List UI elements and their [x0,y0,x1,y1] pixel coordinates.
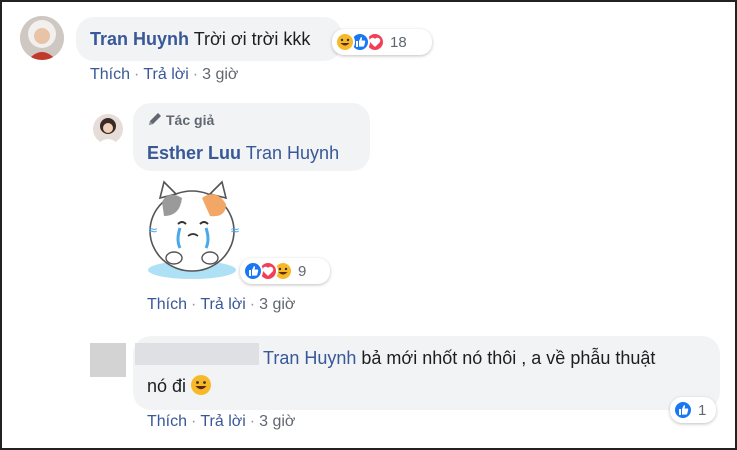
like-reaction-icon [673,400,693,420]
like-link[interactable]: Thích [147,413,187,431]
pencil-icon [147,111,163,131]
reply-text-line2: nó đi [147,376,187,396]
reply-bubble: Tác giả Esther Luu Tran Huynh [133,103,370,171]
reply-link[interactable]: Trả lời [200,413,245,431]
timestamp[interactable]: 3 giờ [202,66,238,84]
blurred-author-name [135,343,259,365]
comment-author[interactable]: Tran Huynh [90,29,189,49]
reaction-summary[interactable]: 18 [332,29,432,55]
like-link[interactable]: Thích [90,66,130,84]
mention-link[interactable]: Tran Huynh [246,143,339,163]
reply-link[interactable]: Trả lời [200,296,245,314]
reaction-count: 9 [298,262,307,280]
haha-emoji-icon [191,375,212,395]
reply-bubble: Tran Huynh bả mới nhốt nó thôi , a về ph… [133,336,720,410]
reply-text-line1: bả mới nhốt nó thôi , a về phẫu thuật [361,348,656,368]
comment-actions: Thích · Trả lời · 3 giờ [147,296,295,314]
comment-bubble: Tran Huynh Trời ơi trời kkk [76,17,342,61]
reaction-summary[interactable]: 9 [240,258,330,284]
reply-author[interactable]: Esther Luu [147,143,241,163]
separator-dot: · [191,413,197,430]
separator-dot: · [191,296,197,313]
avatar[interactable] [20,16,64,60]
comment-text: Trời ơi trời kkk [193,29,311,49]
reaction-count: 1 [698,401,707,419]
haha-reaction-icon [335,32,355,52]
timestamp[interactable]: 3 giờ [259,296,295,314]
reaction-count: 18 [390,33,407,51]
reaction-summary[interactable]: 1 [670,397,716,423]
author-badge: Tác giả [166,112,215,128]
comment-actions: Thích · Trả lời · 3 giờ [90,66,238,84]
comment-actions: Thích · Trả lời · 3 giờ [147,413,295,431]
reply-link[interactable]: Trả lời [143,66,188,84]
svg-text:≈: ≈ [148,223,158,237]
author-badge-row: Tác giả [147,111,356,131]
timestamp[interactable]: 3 giờ [259,413,295,431]
separator-dot: · [192,66,199,83]
crying-cat-sticker: ≈ ≈ [140,176,245,286]
like-reaction-icon [243,261,263,281]
separator-dot: · [134,66,140,83]
svg-text:≈: ≈ [230,223,240,237]
separator-dot: · [249,413,256,430]
mention-link[interactable]: Tran Huynh [263,348,356,368]
blurred-avatar [90,343,126,377]
separator-dot: · [249,296,256,313]
avatar[interactable] [93,114,123,144]
like-link[interactable]: Thích [147,296,187,314]
